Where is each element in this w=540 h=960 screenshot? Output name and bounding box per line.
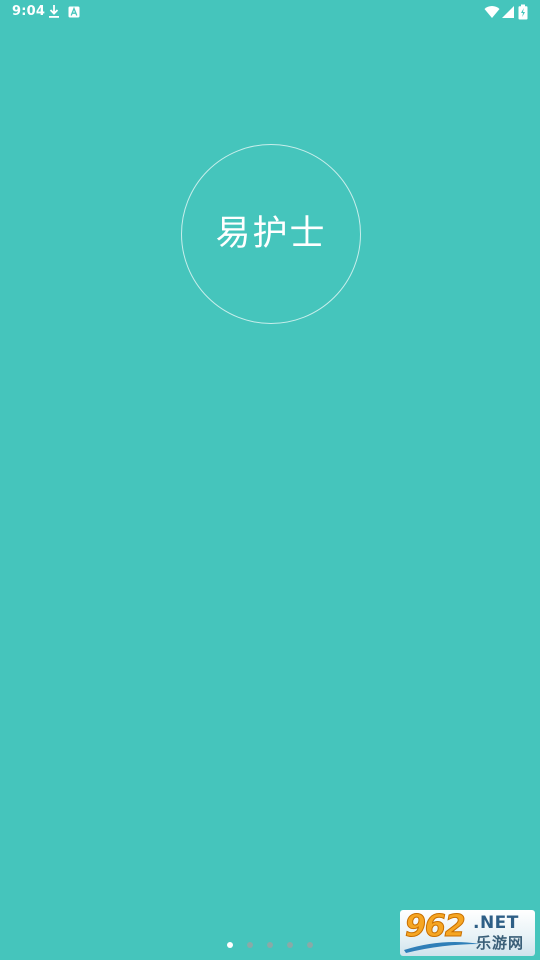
- page-dot-5[interactable]: [306, 942, 313, 948]
- page-dot-4[interactable]: [286, 942, 293, 948]
- watermark-number: 962: [405, 910, 467, 944]
- watermark-subtitle: 乐游网: [476, 934, 525, 952]
- page-dot-3[interactable]: [266, 942, 273, 948]
- wifi-icon: [484, 6, 500, 18]
- status-time: 9:04: [12, 4, 46, 19]
- app-name: 易护士: [215, 214, 327, 254]
- a-icon: [68, 6, 80, 18]
- page-dot-2[interactable]: [246, 942, 253, 948]
- watermark-suffix: .NET: [473, 913, 519, 933]
- page-dot-1[interactable]: [226, 942, 233, 948]
- splash-screen: 9:04 易护士 962 .NET 乐游网: [0, 0, 540, 960]
- download-icon: [49, 5, 59, 18]
- battery-icon: [518, 4, 528, 20]
- logo-circle: 易护士: [181, 144, 361, 324]
- status-bar: 9:04: [0, 0, 540, 24]
- watermark-logo: 962 .NET 乐游网: [400, 910, 535, 956]
- signal-icon: [502, 6, 514, 18]
